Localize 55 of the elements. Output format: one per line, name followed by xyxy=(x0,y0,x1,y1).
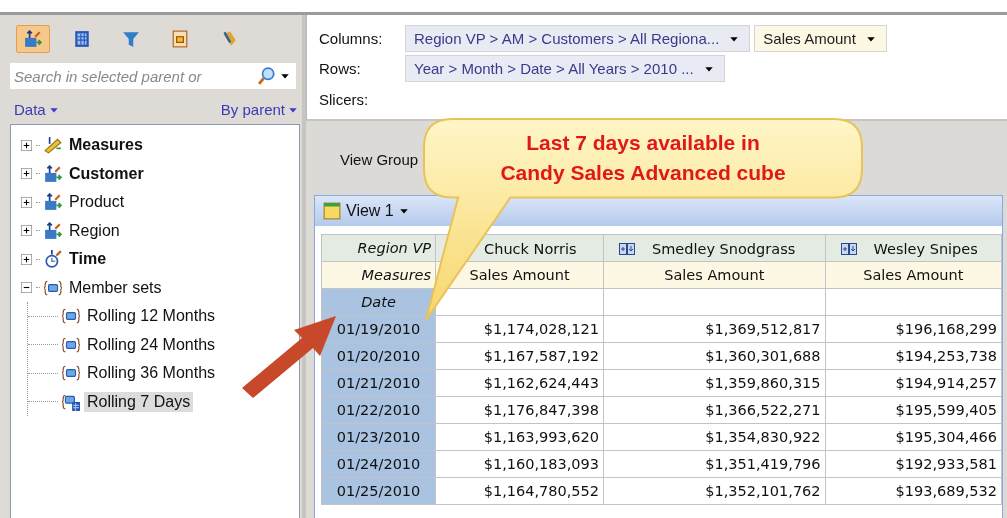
row-header: 01/22/2010 xyxy=(321,396,436,424)
row-header: 01/25/2010 xyxy=(321,477,436,505)
table-cell: $196,168,299 xyxy=(825,315,1002,343)
field-label: Slicers: xyxy=(319,90,370,108)
tree-item[interactable]: Rolling 24 Months xyxy=(84,334,219,355)
layout-chip[interactable]: Year > Month > Date > All Years > 2010 ... xyxy=(405,55,725,83)
table-cell: $194,253,738 xyxy=(825,342,1002,370)
table-cell: $1,369,512,817 xyxy=(603,315,826,343)
column-header[interactable]: Wesley Snipes xyxy=(825,234,1002,262)
table-cell: $1,162,624,443 xyxy=(435,369,604,397)
tree-item[interactable]: Customer xyxy=(66,163,147,184)
table-cell: $1,352,101,762 xyxy=(603,477,826,505)
tree-item[interactable]: Rolling 7 Days xyxy=(84,391,194,412)
table-cell: $1,163,993,620 xyxy=(435,423,604,451)
view-menu[interactable]: View 1 xyxy=(323,202,409,220)
column-header[interactable]: Smedley Snodgrass xyxy=(603,234,826,262)
table-cell: $1,176,847,398 xyxy=(435,396,604,424)
table-cell: $1,351,419,796 xyxy=(603,450,826,478)
dropdown-menu[interactable]: Data xyxy=(14,101,59,118)
table-cell: $1,360,301,688 xyxy=(603,342,826,370)
layout-chip[interactable]: Region VP > AM > Customers > All Regiona... xyxy=(405,25,751,53)
callout-text: Last 7 days available in Candy Sales Advanced cube xyxy=(499,130,787,186)
measure-header: Sales Amount xyxy=(603,261,826,289)
tree-item[interactable]: Product xyxy=(66,192,128,213)
tree-item[interactable]: Rolling 36 Months xyxy=(84,363,219,384)
search-field[interactable]: Search in selected parent or xyxy=(10,63,296,89)
table-cell: $1,160,183,093 xyxy=(435,450,604,478)
tree-item[interactable]: Rolling 12 Months xyxy=(84,306,219,327)
table-cell: $1,359,860,315 xyxy=(603,369,826,397)
header-cell: Measures xyxy=(321,261,436,289)
table-cell: $195,304,466 xyxy=(825,423,1002,451)
row-header: 01/21/2010 xyxy=(321,369,436,397)
table-cell: $193,689,532 xyxy=(825,477,1002,505)
measure-header: Sales Amount xyxy=(825,261,1002,289)
header-cell: Region VP xyxy=(321,234,436,262)
table-cell: $1,174,028,121 xyxy=(435,315,604,343)
table-cell: $192,933,581 xyxy=(825,450,1002,478)
dropdown-menu[interactable]: By parent xyxy=(220,101,298,118)
field-label: Rows: xyxy=(319,60,362,78)
row-header: 01/24/2010 xyxy=(321,450,436,478)
layout-chip[interactable]: Sales Amount xyxy=(754,25,887,53)
table-cell: $1,366,522,271 xyxy=(603,396,826,424)
table-cell: $1,164,780,552 xyxy=(435,477,604,505)
row-header: 01/23/2010 xyxy=(321,423,436,451)
view-group-label: View Group xyxy=(340,151,419,168)
row-header: 01/20/2010 xyxy=(321,342,436,370)
tree-item[interactable]: Member sets xyxy=(66,277,165,298)
table-cell: $1,167,587,192 xyxy=(435,342,604,370)
tree-item[interactable]: Measures xyxy=(66,135,146,156)
table-cell: $1,354,830,922 xyxy=(603,423,826,451)
tree-item[interactable]: Region xyxy=(66,220,123,241)
field-label: Columns: xyxy=(319,30,384,48)
tree-item[interactable]: Time xyxy=(66,249,110,270)
table-cell: $195,599,405 xyxy=(825,396,1002,424)
table-cell: $194,914,257 xyxy=(825,369,1002,397)
